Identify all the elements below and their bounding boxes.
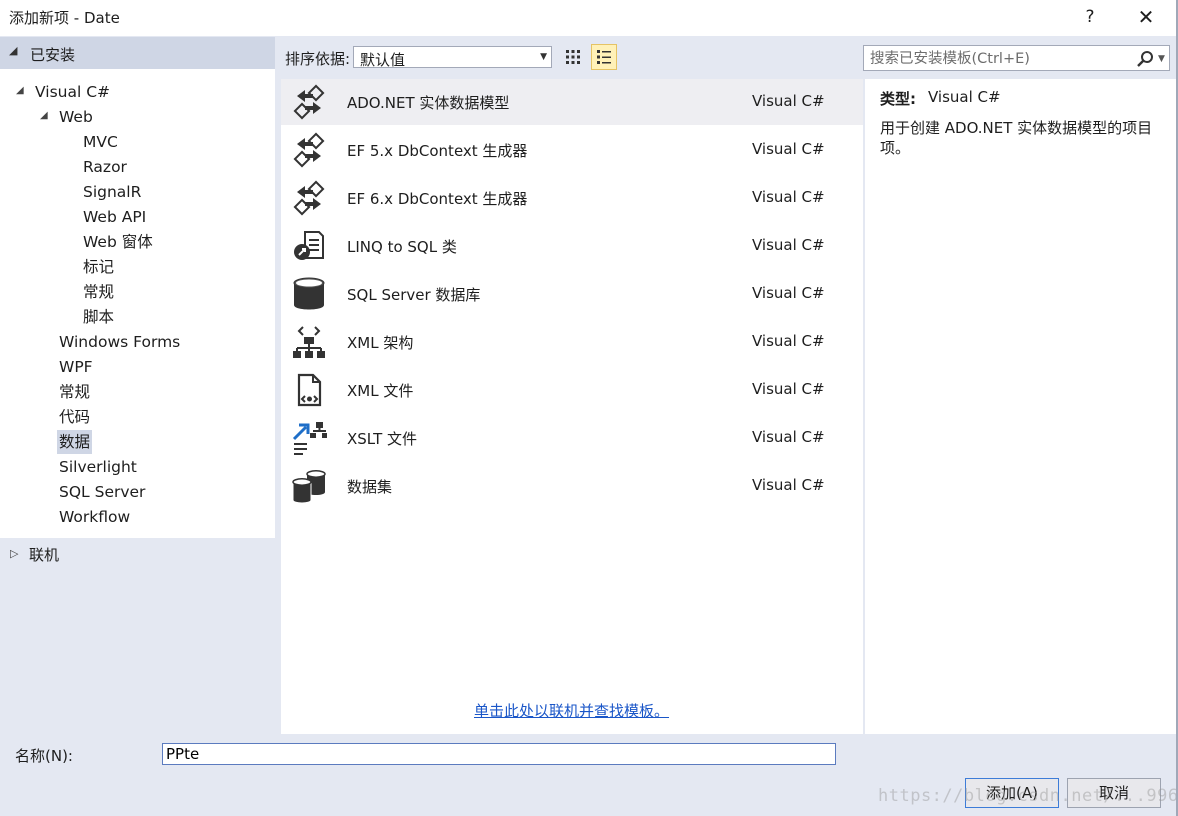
tree-item-workflow[interactable]: Workflow bbox=[57, 505, 132, 529]
installed-label: 已安装 bbox=[30, 46, 76, 64]
dbcontext-generator-icon bbox=[293, 180, 325, 216]
entity-model-icon bbox=[293, 84, 325, 120]
template-type: Visual C# bbox=[752, 476, 825, 494]
expand-arrow-icon[interactable]: ◢ bbox=[16, 85, 24, 96]
search-box[interactable]: ▼ bbox=[863, 45, 1170, 71]
sort-dropdown-value: 默认值 bbox=[360, 51, 406, 69]
type-value: Visual C# bbox=[928, 88, 1001, 106]
tree-item-code[interactable]: 代码 bbox=[57, 405, 92, 429]
template-type: Visual C# bbox=[752, 428, 825, 446]
details-panel bbox=[865, 79, 1176, 734]
template-name: ADO.NET 实体数据模型 bbox=[347, 94, 510, 112]
list-view-button[interactable] bbox=[591, 44, 617, 70]
tree-item-data[interactable]: 数据 bbox=[57, 430, 93, 454]
online-node[interactable]: 联机 bbox=[29, 544, 59, 565]
tree-item-silverlight[interactable]: Silverlight bbox=[57, 455, 139, 479]
template-type: Visual C# bbox=[752, 92, 825, 110]
sort-label: 排序依据: bbox=[285, 50, 351, 68]
tree-item-general[interactable]: 常规 bbox=[57, 380, 92, 404]
tree-item-web-api[interactable]: Web API bbox=[81, 205, 148, 229]
expand-arrow-icon[interactable]: ◢ bbox=[40, 110, 48, 121]
title-bar bbox=[0, 0, 1178, 36]
template-item-xml-schema[interactable]: XML 架构 Visual C# bbox=[281, 319, 863, 365]
tree-item-mvc[interactable]: MVC bbox=[81, 130, 120, 154]
small-icons-view-button[interactable] bbox=[561, 45, 585, 69]
tree-item-visual-csharp[interactable]: Visual C# bbox=[33, 80, 112, 104]
template-name: LINQ to SQL 类 bbox=[347, 238, 457, 256]
type-label: 类型: bbox=[880, 90, 916, 108]
template-type: Visual C# bbox=[752, 284, 825, 302]
name-field[interactable] bbox=[162, 743, 836, 765]
template-name: XML 架构 bbox=[347, 334, 414, 352]
dropdown-arrow-icon: ▼ bbox=[540, 52, 547, 62]
watermark: https://blog.csdn.net/...996 bbox=[878, 786, 1178, 806]
template-item-ado-net[interactable]: ADO.NET 实体数据模型 Visual C# bbox=[281, 79, 863, 125]
template-item-xslt-file[interactable]: XSLT 文件 Visual C# bbox=[281, 415, 863, 461]
template-item-xml-file[interactable]: XML 文件 Visual C# bbox=[281, 367, 863, 413]
template-type: Visual C# bbox=[752, 140, 825, 158]
expand-arrow-icon[interactable]: ▷ bbox=[10, 547, 18, 560]
database-icon bbox=[293, 277, 325, 310]
tree-item-windows-forms[interactable]: Windows Forms bbox=[57, 330, 182, 354]
name-label: 名称(N): bbox=[15, 747, 73, 765]
dbcontext-generator-icon bbox=[293, 132, 325, 168]
template-type: Visual C# bbox=[752, 332, 825, 350]
grid-view-icon bbox=[566, 50, 580, 64]
linq-to-sql-icon bbox=[294, 231, 324, 260]
template-item-sql-server-db[interactable]: SQL Server 数据库 Visual C# bbox=[281, 271, 863, 317]
template-item-ef6-dbcontext[interactable]: EF 6.x DbContext 生成器 Visual C# bbox=[281, 175, 863, 221]
window-title: 添加新项 - Date bbox=[9, 9, 120, 27]
tree-item-razor[interactable]: Razor bbox=[81, 155, 129, 179]
xml-schema-icon bbox=[293, 326, 325, 358]
template-item-ef5-dbcontext[interactable]: EF 5.x DbContext 生成器 Visual C# bbox=[281, 127, 863, 173]
sort-dropdown[interactable]: 默认值 ▼ bbox=[353, 46, 552, 69]
template-item-dataset[interactable]: 数据集 Visual C# bbox=[281, 463, 863, 509]
tree-item-wpf[interactable]: WPF bbox=[57, 355, 95, 379]
xslt-file-icon bbox=[292, 422, 327, 455]
template-name: XML 文件 bbox=[347, 382, 414, 400]
template-type: Visual C# bbox=[752, 188, 825, 206]
tree-item-markup[interactable]: 标记 bbox=[81, 255, 116, 279]
tree-item-signalr[interactable]: SignalR bbox=[81, 180, 143, 204]
find-templates-online-link[interactable]: 单击此处以联机并查找模板。 bbox=[474, 700, 669, 721]
template-name: EF 5.x DbContext 生成器 bbox=[347, 142, 528, 160]
search-icon[interactable] bbox=[1136, 50, 1154, 68]
collapse-arrow-icon[interactable]: ◢ bbox=[9, 44, 17, 57]
template-name: SQL Server 数据库 bbox=[347, 286, 481, 304]
dataset-icon bbox=[292, 470, 326, 504]
template-description: 用于创建 ADO.NET 实体数据模型的项目项。 bbox=[880, 119, 1153, 157]
template-type: Visual C# bbox=[752, 380, 825, 398]
tree-item-web-forms[interactable]: Web 窗体 bbox=[81, 230, 155, 254]
template-name: 数据集 bbox=[347, 478, 393, 496]
template-name: EF 6.x DbContext 生成器 bbox=[347, 190, 528, 208]
list-view-icon bbox=[597, 50, 611, 64]
search-options-arrow-icon[interactable]: ▼ bbox=[1158, 54, 1165, 64]
tree-item-web[interactable]: Web bbox=[57, 105, 95, 129]
close-button[interactable]: ✕ bbox=[1132, 4, 1160, 30]
template-item-linq-to-sql[interactable]: LINQ to SQL 类 Visual C# bbox=[281, 223, 863, 269]
tree-item-sql-server[interactable]: SQL Server bbox=[57, 480, 147, 504]
xml-file-icon bbox=[297, 373, 322, 407]
search-input[interactable] bbox=[868, 48, 1132, 70]
tree-item-web-general[interactable]: 常规 bbox=[81, 280, 116, 304]
template-name: XSLT 文件 bbox=[347, 430, 418, 448]
help-button[interactable]: ? bbox=[1079, 4, 1101, 30]
tree-item-script[interactable]: 脚本 bbox=[81, 305, 116, 329]
template-type: Visual C# bbox=[752, 236, 825, 254]
